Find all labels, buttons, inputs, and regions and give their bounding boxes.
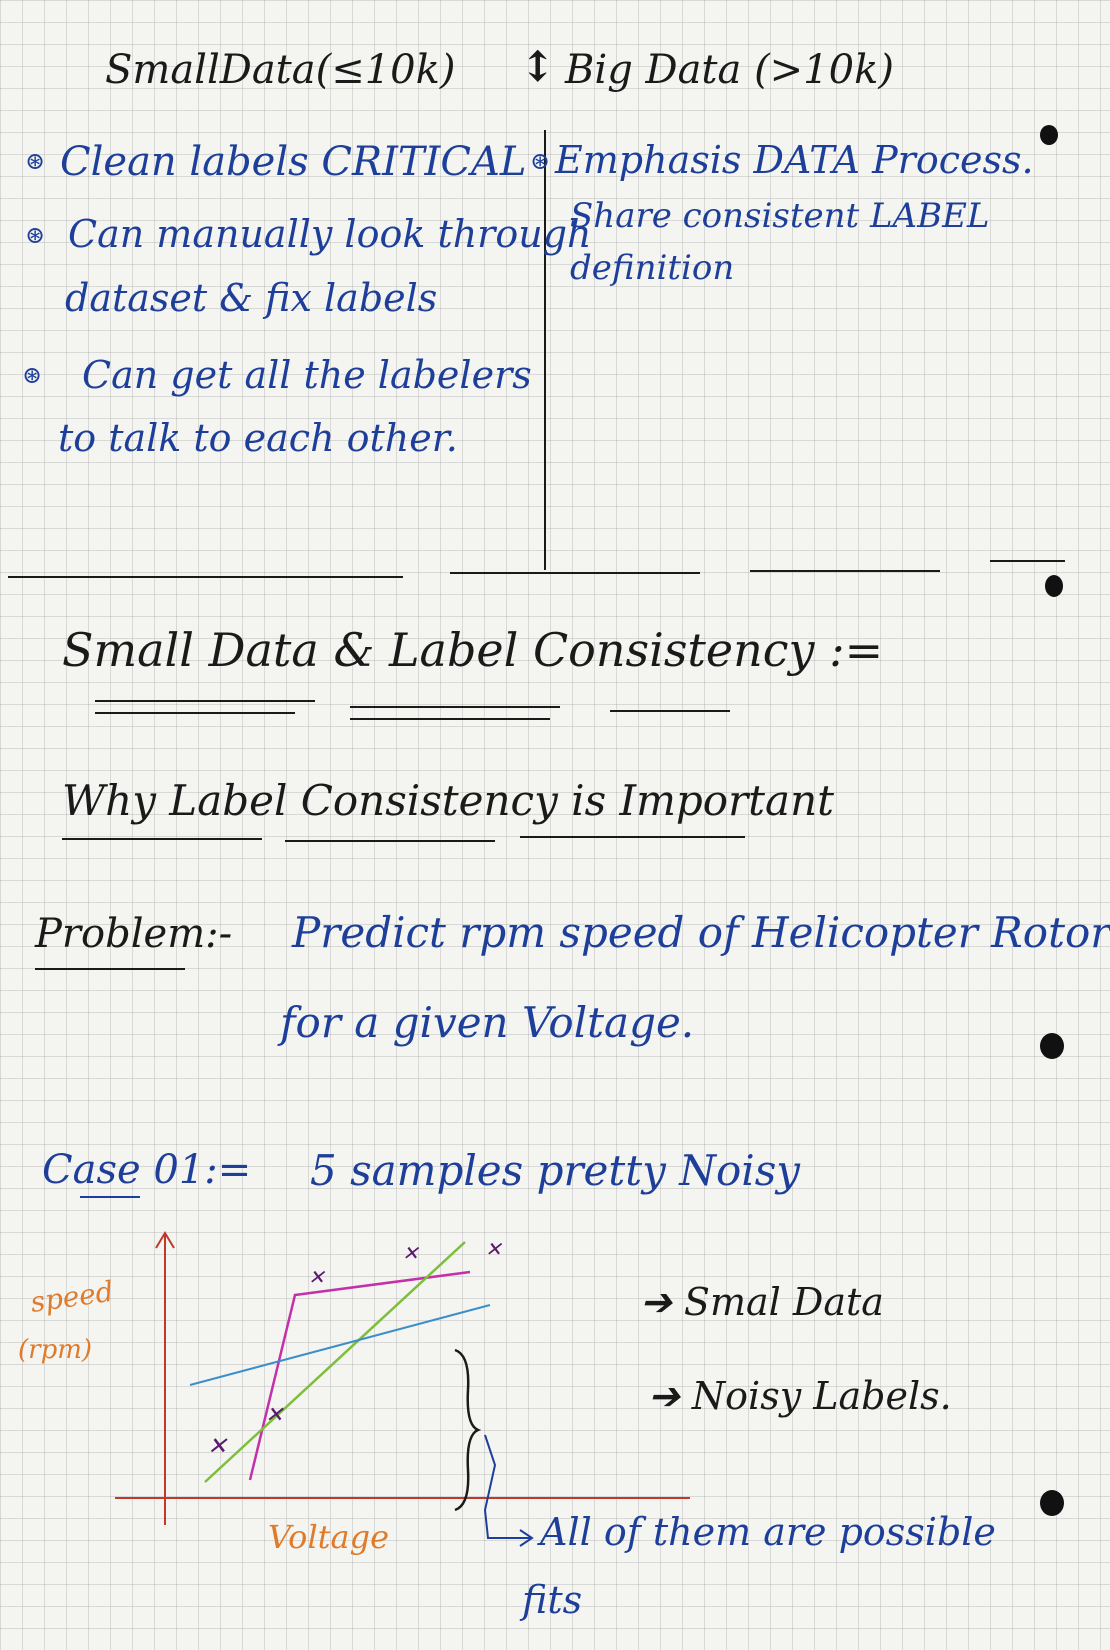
punch-hole-2 xyxy=(1045,575,1063,597)
big-data-point-2: Share consistent LABEL xyxy=(570,196,990,236)
bullet-icon: ⊛ xyxy=(22,361,43,389)
big-data-point-3: definition xyxy=(570,248,735,288)
data-point: ✕ xyxy=(207,1432,228,1460)
header-arrow-icon: ↕ xyxy=(520,42,556,91)
title-underline xyxy=(350,706,560,708)
subtitle-underline xyxy=(62,838,262,840)
data-point: ✕ xyxy=(402,1241,420,1265)
small-data-point-3: dataset & fix labels xyxy=(65,276,438,320)
punch-hole-1 xyxy=(1040,125,1058,145)
note-noisy-labels: ➔ Noisy Labels. xyxy=(648,1374,952,1418)
x-axis-label: Voltage xyxy=(268,1518,389,1556)
big-data-point-1: Emphasis DATA Process. xyxy=(555,138,1034,182)
y-axis-label-2: (rpm) xyxy=(18,1335,92,1365)
noisy-fit-chart: speed (rpm) Voltage ✕ ✕ ✕ ✕ ✕ xyxy=(18,1231,690,1556)
section-subtitle: Why Label Consistency is Important xyxy=(62,776,834,825)
bullet-icon: ⊛ xyxy=(25,147,46,175)
conclusion-arrow-icon xyxy=(483,1434,530,1539)
problem-label: Problem:- xyxy=(35,911,233,957)
title-underline xyxy=(95,712,295,714)
fit-line-piecewise xyxy=(248,1270,471,1481)
title-underline xyxy=(95,700,315,702)
conclusion-line-1: All of them are possible xyxy=(540,1510,996,1554)
small-data-point-1: Clean labels CRITICAL xyxy=(60,139,527,185)
title-underline xyxy=(350,718,550,720)
fit-line-steep xyxy=(204,1241,466,1483)
problem-line-2: for a given Voltage. xyxy=(280,998,695,1047)
section-separator xyxy=(750,570,940,572)
section-separator xyxy=(8,576,403,578)
case-label: Case 01:= xyxy=(42,1147,252,1193)
fit-line-linear xyxy=(189,1304,491,1386)
bullet-icon: ⊛ xyxy=(25,221,46,249)
header-small-data: SmallData(≤10k) xyxy=(105,47,456,93)
subtitle-underline xyxy=(520,836,745,838)
note-small-data: ➔ Smal Data xyxy=(640,1280,884,1324)
small-data-point-2: Can manually look through xyxy=(68,212,592,256)
data-point: ✕ xyxy=(265,1403,284,1428)
section-title: Small Data & Label Consistency := xyxy=(62,623,884,677)
title-underline xyxy=(610,710,730,712)
subtitle-underline xyxy=(285,840,495,842)
small-data-point-5: to talk to each other. xyxy=(58,416,458,460)
section-separator xyxy=(450,572,700,574)
punch-hole-4 xyxy=(1040,1490,1064,1516)
y-axis-label-1: speed xyxy=(28,1275,115,1319)
bullet-icon: ⊛ xyxy=(530,147,551,175)
section-separator xyxy=(990,560,1065,562)
case-underline xyxy=(80,1196,140,1198)
conclusion-line-2: fits xyxy=(522,1578,583,1622)
header-big-data: Big Data (>10k) xyxy=(565,47,894,93)
punch-hole-3 xyxy=(1040,1033,1064,1059)
data-point: ✕ xyxy=(308,1265,326,1289)
problem-line-1: Predict rpm speed of Helicopter Rotor xyxy=(292,908,1110,957)
brace-icon xyxy=(454,1348,482,1512)
problem-underline xyxy=(35,968,185,970)
column-divider xyxy=(544,130,546,570)
data-point: ✕ xyxy=(485,1237,503,1261)
small-data-point-4: Can get all the labelers xyxy=(82,353,532,397)
case-text: 5 samples pretty Noisy xyxy=(310,1146,800,1195)
